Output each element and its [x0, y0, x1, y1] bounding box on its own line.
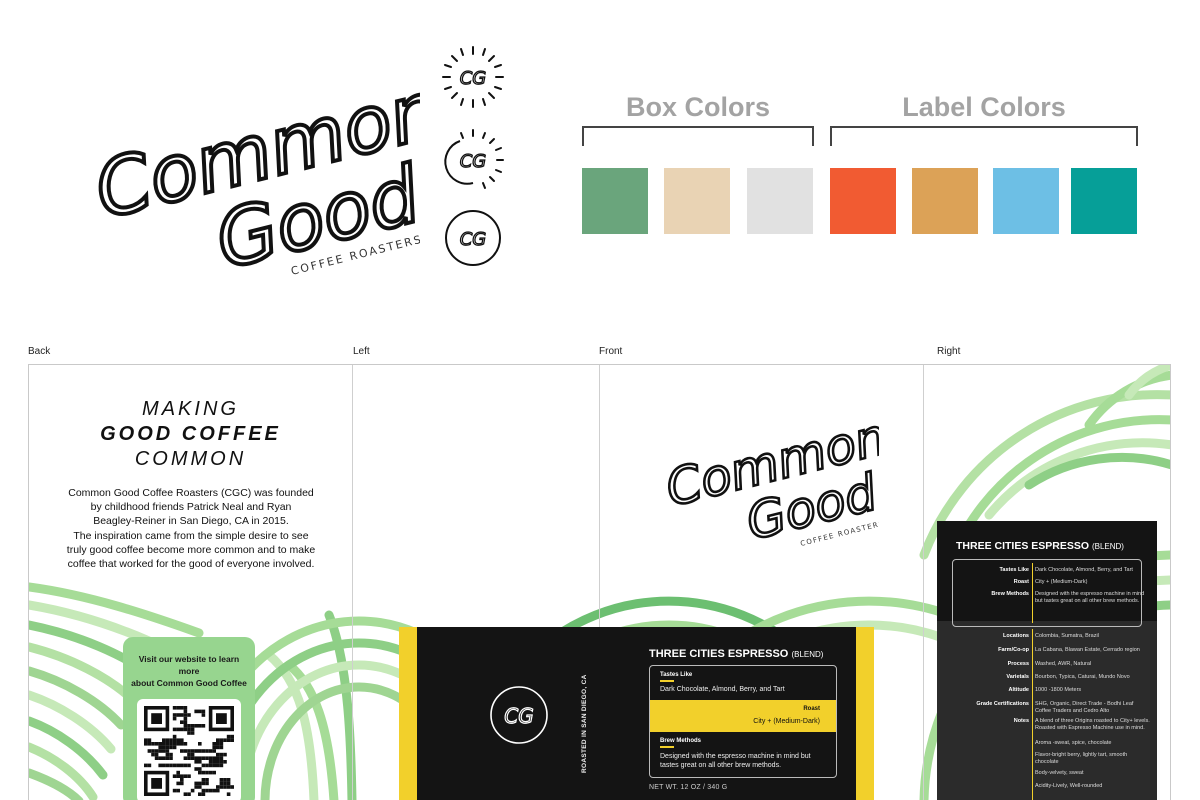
- headline-line-2: GOOD COFFEE: [100, 423, 281, 445]
- label-monogram-icon: CG: [487, 683, 551, 747]
- spec-value: 1000 -1800 Meters: [1035, 687, 1082, 693]
- note-line: Flavor-bright berry, lightly tart, smoot…: [1035, 752, 1128, 765]
- box-colors-title: Box Colors: [625, 92, 771, 122]
- spec-key: Tastes Like: [999, 567, 1029, 573]
- story-line: Common Good Coffee Roasters (CGC) was fo…: [68, 487, 314, 499]
- svg-text:CG: CG: [460, 151, 487, 172]
- qr-caption-line-2: about Common Good Coffee: [131, 678, 247, 688]
- monogram-circle-icon: CG: [440, 205, 506, 271]
- label-colors-title: Label Colors: [902, 92, 1066, 122]
- roast-value: City + (Medium-Dark): [753, 718, 820, 725]
- story-line: by childhood friends Patrick Neal and Ry…: [90, 501, 292, 514]
- story-line: truly good coffee become more common and…: [66, 543, 316, 556]
- box-dieline: MAKING GOOD COFFEE COMMON Common Good Co…: [28, 364, 1171, 800]
- qr-caption-line-1: Visit our website to learn more: [138, 654, 240, 676]
- spec-value: Bourbon, Typica, Caturai, Mundo Novo: [1035, 674, 1130, 680]
- summary-divider: [1032, 563, 1033, 623]
- spec-key: Roast: [1013, 579, 1029, 585]
- front-logo: Common Good COFFEE ROASTERS: [659, 406, 894, 560]
- brew-methods-underline: [660, 746, 674, 748]
- note-line: Body-velvety, sweat: [1035, 770, 1084, 776]
- net-weight: NET WT. 12 OZ / 340 G: [649, 784, 728, 791]
- panel-label-right: Right: [937, 346, 961, 357]
- headline-line-1: MAKING: [142, 398, 239, 420]
- panel-label-left: Left: [353, 346, 370, 357]
- spec-value: SHG, Organic, Direct Trade - Bodhi Leaf …: [1035, 701, 1134, 714]
- front-label: CG ROASTED IN SAN DIEGO, CA THREE CITIES…: [399, 627, 874, 800]
- label-title-suffix: (BLEND): [791, 650, 824, 659]
- right-title-text: THREE CITIES ESPRESSO: [956, 540, 1090, 552]
- spec-value: City + (Medium-Dark): [1035, 579, 1088, 585]
- roasted-in-text: ROASTED IN SAN DIEGO, CA: [581, 674, 588, 773]
- main-logo: Common Good COFFEE ROASTERS: [80, 62, 452, 300]
- brew-line-1: Designed with the espresso machine in mi…: [660, 753, 811, 760]
- label-title-text: THREE CITIES ESPRESSO: [649, 648, 789, 660]
- right-info-panel: THREE CITIES ESPRESSO (BLEND) Tastes Lik…: [937, 521, 1157, 800]
- tastes-like-value: Dark Chocolate, Almond, Berry, and Tart: [660, 686, 785, 693]
- spec-value: A blend of three Origins roasted to City…: [1035, 718, 1150, 731]
- swatch-box-green: [582, 168, 648, 234]
- spec-key: Altitude: [1008, 687, 1029, 693]
- brew-methods-label: Brew Methods: [660, 738, 702, 744]
- spec-key: Farm/Co-op: [998, 647, 1029, 653]
- story-line: coffee that worked for the good of every…: [67, 558, 315, 571]
- panel-label-front: Front: [599, 346, 623, 357]
- brew-line-2: tastes great on all other brew methods.: [660, 762, 782, 769]
- label-roasted-in: ROASTED IN SAN DIEGO, CA: [577, 657, 589, 777]
- spec-value: Colombia, Sumatra, Brazil: [1035, 633, 1099, 639]
- swatch-box-gray: [747, 168, 813, 234]
- note-line: Aroma -sweat, spice, chocolate: [1035, 740, 1112, 746]
- swatch-label-gold: [912, 168, 978, 234]
- svg-text:CG: CG: [504, 704, 533, 728]
- spec-key: Notes: [1013, 718, 1029, 724]
- spec-value: Washed, AWR, Natural: [1035, 661, 1092, 667]
- tastes-like-underline: [660, 680, 674, 682]
- fold-line-back-left: [352, 365, 353, 800]
- right-title-suffix: (BLEND): [1091, 542, 1124, 551]
- label-details-box: Tastes Like Dark Chocolate, Almond, Berr…: [649, 665, 837, 778]
- monogram-sunburst-icon: CG: [440, 44, 506, 110]
- qr-code-icon: [144, 706, 234, 796]
- tastes-like-label: Tastes Like: [660, 672, 693, 678]
- spec-value: La Cabana, Blawan Estate, Cerrado region: [1035, 647, 1140, 653]
- headline-line-3: COMMON: [134, 448, 247, 470]
- spec-key: Brew Methods: [991, 591, 1029, 597]
- spec-value: Dark Chocolate, Almond, Berry, and Tart: [1035, 567, 1133, 573]
- swatch-label-teal: [1071, 168, 1137, 234]
- label-title: THREE CITIES ESPRESSO (BLEND): [649, 648, 823, 660]
- swatch-label-orange: [830, 168, 896, 234]
- label-colors-bracket: [830, 126, 1138, 146]
- monogram-half-sunburst-icon: CG: [440, 127, 506, 193]
- spec-key: Varietals: [1006, 674, 1029, 680]
- svg-text:CG: CG: [460, 229, 487, 250]
- brand-story: Common Good Coffee Roasters (CGC) was fo…: [65, 486, 317, 571]
- specs-divider: [1032, 629, 1033, 800]
- brew-methods-value: Designed with the espresso machine in mi…: [660, 752, 830, 770]
- qr-code[interactable]: [137, 699, 241, 800]
- spec-key: Locations: [1003, 633, 1029, 639]
- svg-text:CG: CG: [460, 68, 487, 89]
- spec-key: Process: [1007, 661, 1029, 667]
- roast-band: Roast City + (Medium-Dark): [650, 700, 836, 732]
- panel-label-back: Back: [28, 346, 51, 357]
- spec-value: Designed with the espresso machine in mi…: [1035, 591, 1145, 604]
- box-colors-bracket: [582, 126, 814, 146]
- swatch-label-blue: [993, 168, 1059, 234]
- story-line: Beagley-Reiner in San Diego, CA in 2015.: [93, 515, 289, 528]
- qr-caption: Visit our website to learn more about Co…: [131, 653, 247, 689]
- qr-card: Visit our website to learn more about Co…: [123, 637, 255, 800]
- fold-line-front-right: [923, 365, 924, 800]
- swatch-box-tan: [664, 168, 730, 234]
- roast-label: Roast: [803, 706, 820, 712]
- note-line: Acidity-Lively, Well-rounded: [1035, 783, 1103, 789]
- spec-key: Grade Certifications: [976, 701, 1029, 707]
- story-line: The inspiration came from the simple des…: [73, 529, 309, 542]
- right-panel-title: THREE CITIES ESPRESSO (BLEND): [956, 540, 1124, 552]
- back-headline: MAKING GOOD COFFEE COMMON: [29, 397, 352, 472]
